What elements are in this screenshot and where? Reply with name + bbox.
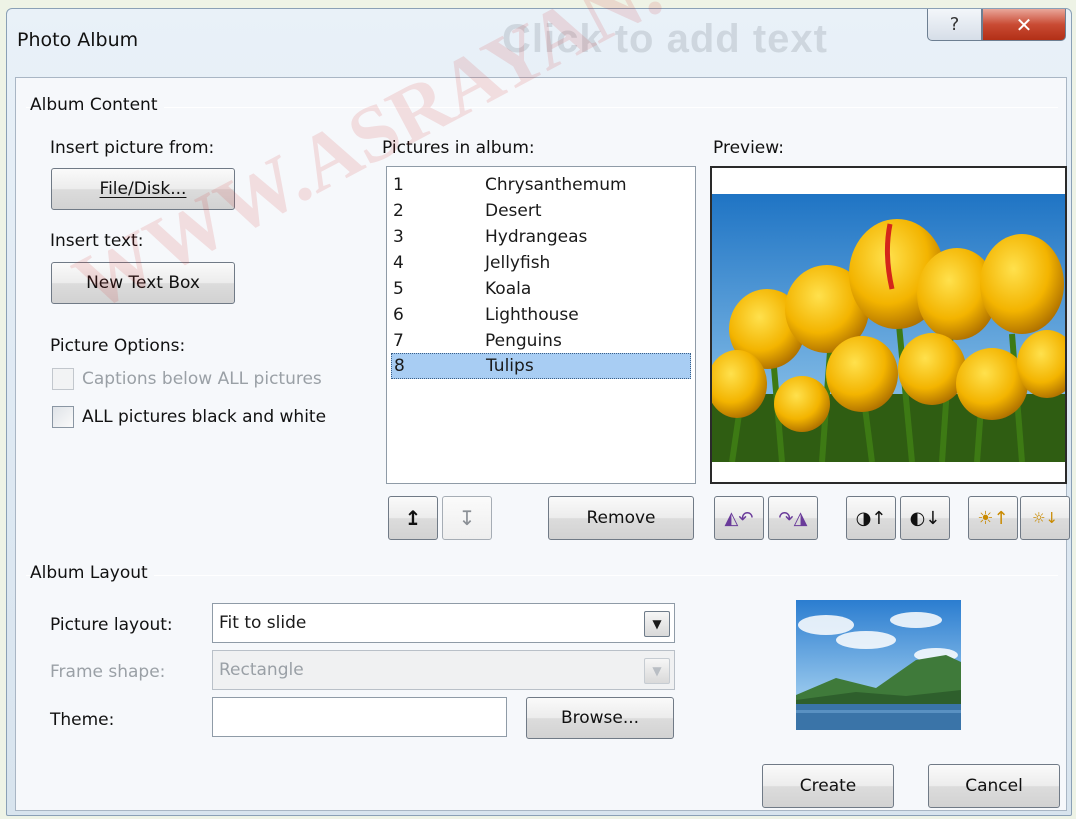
picture-number: 8 <box>394 356 405 376</box>
frame-shape-label: Frame shape: <box>50 662 166 682</box>
pictures-in-album-label: Pictures in album: <box>382 138 535 158</box>
black-white-checkbox[interactable] <box>52 406 74 428</box>
picture-layout-value: Fit to slide <box>219 613 307 633</box>
picture-name: Penguins <box>485 331 562 351</box>
more-brightness-button[interactable]: ☀↑ <box>968 496 1018 540</box>
file-disk-button[interactable]: File/Disk... <box>51 168 235 210</box>
new-text-box-label: New Text Box <box>86 273 200 293</box>
move-down-button[interactable]: ↧ <box>442 496 492 540</box>
tulips-preview-image <box>712 194 1065 462</box>
list-item[interactable]: 2 Desert <box>391 198 691 224</box>
picture-name: Koala <box>485 279 532 299</box>
picture-name: Jellyfish <box>485 253 551 273</box>
brightness-up-icon: ☀↑ <box>977 507 1009 529</box>
list-item[interactable]: 7 Penguins <box>391 328 691 354</box>
list-item[interactable]: 6 Lighthouse <box>391 302 691 328</box>
picture-number: 3 <box>393 227 404 247</box>
chevron-down-icon[interactable]: ▼ <box>644 658 670 684</box>
frame-shape-select[interactable]: Rectangle ▼ <box>212 650 675 690</box>
preview-label: Preview: <box>713 138 784 158</box>
create-button[interactable]: Create <box>762 764 894 808</box>
captions-label: Captions below ALL pictures <box>82 369 322 389</box>
rotate-right-button[interactable]: ↷◮ <box>768 496 818 540</box>
less-brightness-button[interactable]: ☼↓ <box>1020 496 1070 540</box>
preview-frame <box>710 166 1067 484</box>
dialog-title: Photo Album <box>17 29 139 51</box>
move-up-button[interactable]: ↥ <box>388 496 438 540</box>
list-item[interactable]: 5 Koala <box>391 276 691 302</box>
pictures-listbox[interactable]: 1 Chrysanthemum 2 Desert 3 Hydrangeas 4 … <box>386 166 696 484</box>
rotate-right-icon: ↷◮ <box>778 507 808 529</box>
chevron-down-icon[interactable]: ▼ <box>644 611 670 637</box>
new-text-box-button[interactable]: New Text Box <box>51 262 235 304</box>
list-item[interactable]: 1 Chrysanthemum <box>391 172 691 198</box>
photo-album-dialog: Click to add text Photo Album ? ✕ Album … <box>6 8 1072 816</box>
picture-number: 4 <box>393 253 404 273</box>
cancel-label: Cancel <box>965 776 1023 796</box>
arrow-up-icon: ↥ <box>404 506 422 530</box>
rotate-left-icon: ◭↶ <box>724 507 754 529</box>
browse-button[interactable]: Browse... <box>526 697 674 739</box>
picture-name: Lighthouse <box>485 305 579 325</box>
picture-name: Desert <box>485 201 542 221</box>
picture-layout-select[interactable]: Fit to slide ▼ <box>212 603 675 643</box>
cancel-button[interactable]: Cancel <box>928 764 1060 808</box>
insert-picture-label: Insert picture from: <box>50 138 215 158</box>
album-content-divider <box>26 107 1058 108</box>
picture-number: 5 <box>393 279 404 299</box>
album-content-heading: Album Content <box>30 95 164 115</box>
remove-button[interactable]: Remove <box>548 496 694 540</box>
picture-number: 2 <box>393 201 404 221</box>
picture-name: Chrysanthemum <box>485 175 627 195</box>
picture-number: 1 <box>393 175 404 195</box>
create-label: Create <box>799 776 857 796</box>
picture-name: Tulips <box>486 356 534 376</box>
brightness-down-icon: ☼↓ <box>1031 509 1058 527</box>
close-button[interactable]: ✕ <box>982 9 1066 41</box>
insert-text-label: Insert text: <box>50 231 144 251</box>
picture-number: 7 <box>393 331 404 351</box>
album-layout-heading: Album Layout <box>30 563 154 583</box>
theme-label: Theme: <box>50 710 115 730</box>
layout-preview-image <box>796 600 961 730</box>
list-item[interactable]: 3 Hydrangeas <box>391 224 691 250</box>
close-icon: ✕ <box>1015 12 1033 37</box>
remove-label: Remove <box>586 508 656 528</box>
contrast-up-icon: ◑↑ <box>855 507 887 529</box>
album-layout-divider <box>26 575 1058 576</box>
frame-shape-value: Rectangle <box>219 660 304 680</box>
more-contrast-button[interactable]: ◑↑ <box>846 496 896 540</box>
list-item-selected[interactable]: 8 Tulips <box>391 353 691 379</box>
file-disk-label: File/Disk... <box>99 179 187 199</box>
question-icon: ? <box>949 14 960 35</box>
less-contrast-button[interactable]: ◐↓ <box>900 496 950 540</box>
arrow-down-icon: ↧ <box>458 506 476 530</box>
picture-options-label: Picture Options: <box>50 336 186 356</box>
title-bar: Click to add text Photo Album ? ✕ <box>7 9 1071 79</box>
picture-name: Hydrangeas <box>485 227 588 247</box>
picture-number: 6 <box>393 305 404 325</box>
dialog-body: Album Content Insert picture from: File/… <box>15 77 1070 811</box>
picture-layout-label: Picture layout: <box>50 615 173 635</box>
theme-input[interactable] <box>212 697 507 737</box>
browse-label: Browse... <box>560 708 640 728</box>
background-placeholder-text: Click to add text <box>502 17 828 61</box>
help-button[interactable]: ? <box>927 9 982 41</box>
captions-checkbox[interactable] <box>52 368 74 390</box>
contrast-down-icon: ◐↓ <box>909 507 941 529</box>
black-white-label: ALL pictures black and white <box>82 407 327 427</box>
list-item[interactable]: 4 Jellyfish <box>391 250 691 276</box>
rotate-left-button[interactable]: ◭↶ <box>714 496 764 540</box>
